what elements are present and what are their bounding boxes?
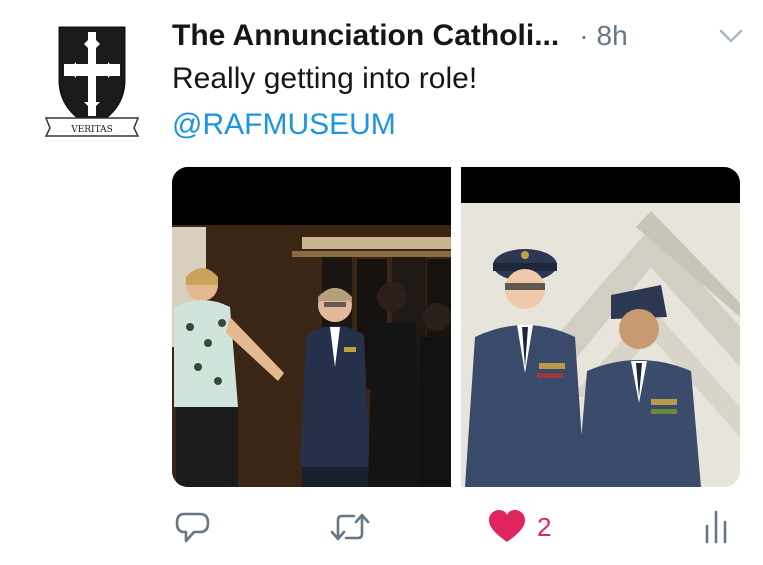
retweet-button[interactable] (328, 505, 372, 549)
photo-right-image (461, 167, 740, 487)
separator-dot: · (579, 20, 589, 51)
photo-left[interactable] (172, 167, 451, 487)
photo-left-image (172, 167, 451, 487)
motto-text: VERITAS (70, 125, 113, 135)
timestamp[interactable]: 8h (597, 20, 628, 52)
like-count: 2 (537, 511, 552, 542)
author-name[interactable]: The Annunciation Catholi... (172, 19, 559, 53)
retweet-icon (330, 513, 370, 541)
like-button[interactable]: 2 (487, 505, 551, 549)
tweet-header: The Annunciation Catholi... · 8h (172, 14, 752, 58)
reply-button[interactable] (174, 505, 212, 549)
media-grid (172, 167, 740, 487)
chevron-down-icon[interactable] (717, 26, 745, 46)
reply-icon (175, 512, 210, 543)
analytics-button[interactable] (702, 505, 732, 549)
tweet-text: Really getting into role! (172, 62, 478, 95)
photo-right[interactable] (461, 167, 740, 487)
analytics-icon (705, 510, 727, 544)
tweet-actions: 2 (172, 505, 742, 549)
tweet-card[interactable]: VERITAS The Annunciation Catholi... · 8h… (0, 0, 763, 565)
mention-link[interactable]: @RAFMUSEUM (172, 108, 396, 142)
avatar[interactable]: VERITAS (42, 22, 142, 142)
school-crest-icon: VERITAS (44, 26, 140, 137)
heart-icon (489, 510, 525, 542)
